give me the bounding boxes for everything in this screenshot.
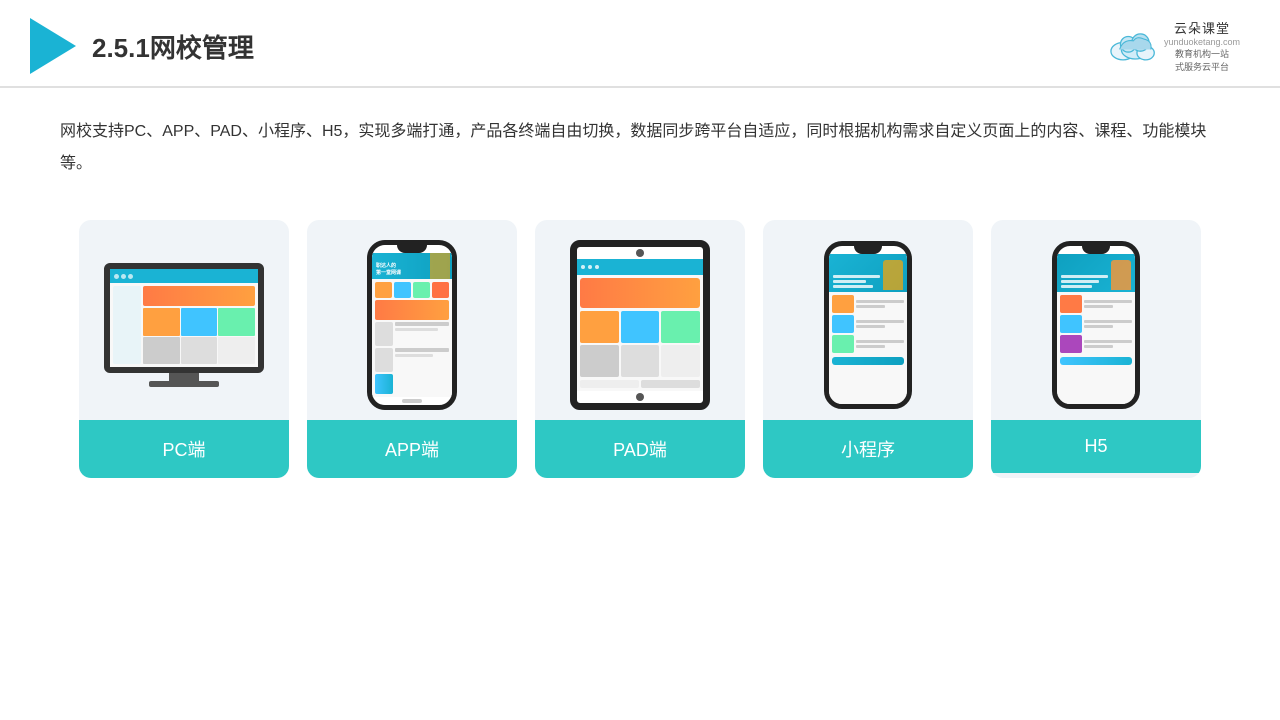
card-pc: PC端 bbox=[79, 220, 289, 478]
card-h5: H5 bbox=[991, 220, 1201, 478]
card-miniapp-image bbox=[763, 220, 973, 420]
h5-phone-icon bbox=[1052, 241, 1140, 409]
pad-tablet-icon bbox=[570, 240, 710, 410]
description-text: 网校支持PC、APP、PAD、小程序、H5，实现多端打通，产品各终端自由切换，数… bbox=[0, 88, 1280, 190]
card-pc-label: PC端 bbox=[79, 420, 289, 478]
brand-info: 云朵课堂 yunduoketang.com 教育机构一站式服务云平台 bbox=[1164, 18, 1240, 73]
pc-device-icon bbox=[104, 263, 264, 387]
brand-tagline: 教育机构一站式服务云平台 bbox=[1175, 48, 1229, 73]
app-phone-icon: 职达人的第一堂网课 bbox=[367, 240, 457, 410]
card-app-image: 职达人的第一堂网课 bbox=[307, 220, 517, 420]
card-h5-label: H5 bbox=[991, 420, 1201, 473]
cloud-logo-icon bbox=[1104, 30, 1156, 62]
card-pad: PAD端 bbox=[535, 220, 745, 478]
card-app-label: APP端 bbox=[307, 420, 517, 478]
logo-icon bbox=[30, 18, 76, 74]
card-miniapp-label: 小程序 bbox=[763, 420, 973, 478]
card-pad-label: PAD端 bbox=[535, 420, 745, 478]
card-h5-image bbox=[991, 220, 1201, 420]
card-pad-image bbox=[535, 220, 745, 420]
card-app: 职达人的第一堂网课 bbox=[307, 220, 517, 478]
pc-monitor bbox=[104, 263, 264, 373]
card-pc-image bbox=[79, 220, 289, 420]
page-title: 2.5.1网校管理 bbox=[92, 28, 254, 65]
brand-name: 云朵课堂 bbox=[1174, 18, 1230, 37]
card-miniapp: 小程序 bbox=[763, 220, 973, 478]
page-header: 2.5.1网校管理 云朵课堂 yunduoketang.com 教育机构一站式服… bbox=[0, 0, 1280, 88]
brand-area: 云朵课堂 yunduoketang.com 教育机构一站式服务云平台 bbox=[1104, 18, 1240, 73]
cards-container: PC端 职达人的第一堂网课 bbox=[0, 190, 1280, 508]
miniapp-phone-icon bbox=[824, 241, 912, 409]
header-left: 2.5.1网校管理 bbox=[30, 18, 254, 74]
brand-url: yunduoketang.com bbox=[1164, 37, 1240, 47]
